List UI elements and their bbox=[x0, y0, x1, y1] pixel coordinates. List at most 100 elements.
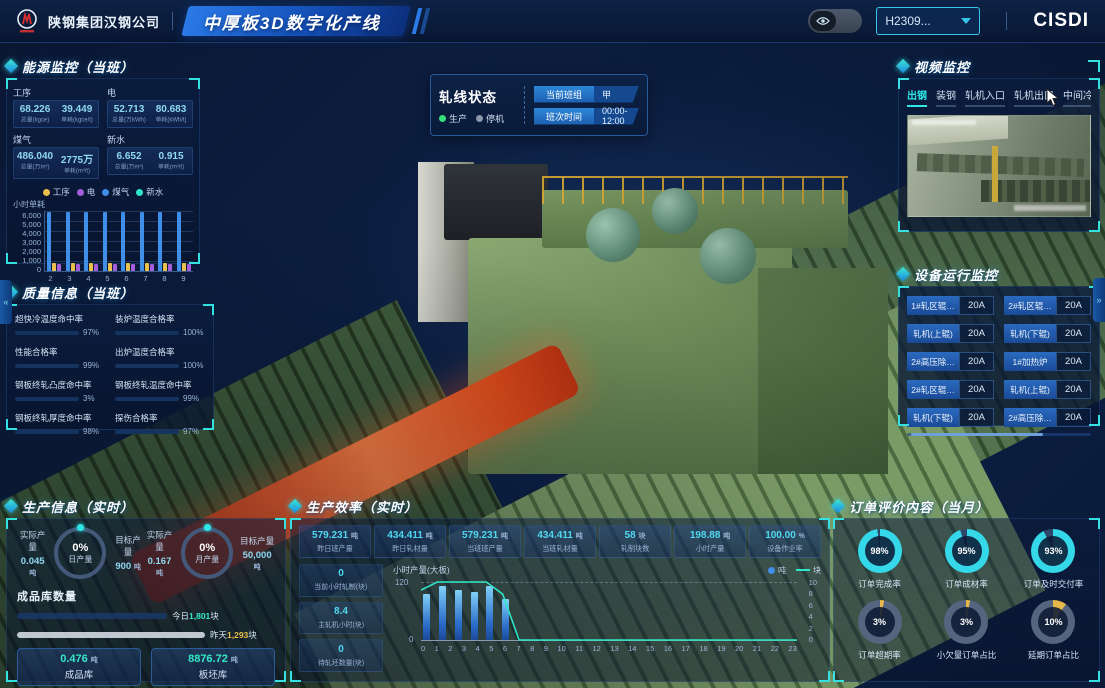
x-tick: 20 bbox=[735, 644, 743, 653]
collapse-tab-left[interactable]: « bbox=[0, 280, 12, 324]
progress-track bbox=[115, 364, 179, 368]
diamond-icon bbox=[4, 499, 18, 513]
x-tick: 21 bbox=[753, 644, 761, 653]
y-tick-right: 8 bbox=[809, 589, 817, 598]
energy-chart: 6,0005,0004,0003,0002,0001,0000 bbox=[13, 211, 193, 272]
energy-group: 新水 6.652 总量(万m³) 0.915 单耗(m³/t) bbox=[107, 132, 193, 181]
equipment-label: 1#加热炉 bbox=[1004, 352, 1056, 371]
equipment-current-value: 20A bbox=[1056, 352, 1091, 371]
orders-panel: 订单评价内容（当月） 98% 订单完成率 95% 订单成材率 9 bbox=[833, 496, 1100, 684]
stat-cell: 100.00 % 设备作业率 bbox=[749, 525, 821, 558]
donut-ring: 10% bbox=[1031, 600, 1075, 644]
donut-ring: 98% bbox=[858, 529, 902, 573]
side-stat-cell: 0 当前小时轧制(块) bbox=[299, 564, 383, 597]
equipment-cell: 2#轧区辊… 20A bbox=[1004, 296, 1091, 315]
equipment-label: 轧机(下辊) bbox=[907, 408, 959, 427]
quality-item: 钢板终轧厚度命中率 98% bbox=[15, 412, 105, 436]
store-button[interactable]: 8876.72 吨 板坯库 bbox=[151, 648, 275, 686]
order-gauge: 98% 订单完成率 bbox=[858, 529, 902, 590]
x-tick: 7 bbox=[516, 644, 520, 653]
donut-percent: 3% bbox=[873, 617, 886, 627]
equipment-cell: 轧机(下辊) 20A bbox=[907, 408, 994, 427]
video-tab[interactable]: 中间冷 bbox=[1063, 87, 1091, 107]
video-tab[interactable]: 装钢 bbox=[936, 87, 956, 107]
donut-percent: 3% bbox=[960, 617, 973, 627]
equipment-panel: 设备运行监控 1#轧区辊… 20A 2#轧区辊… 20A 轧机( bbox=[898, 264, 1100, 430]
legend-item: 煤气 bbox=[102, 186, 129, 198]
energy-value: 80.683 bbox=[150, 104, 192, 115]
brand-logo: CISDI bbox=[1033, 10, 1089, 32]
line-status-title: 轧线状态 bbox=[439, 86, 515, 106]
side-stat-cell: 0 待轧坯数量(块) bbox=[299, 639, 383, 672]
inventory-bar-yesterday: 昨天1,293块 bbox=[17, 629, 275, 641]
quality-label: 探伤合格率 bbox=[115, 412, 205, 424]
divider bbox=[1006, 12, 1007, 30]
hourly-output-chart: 小时产量(大板) 吨 块 120 0 1086420 bbox=[393, 564, 821, 672]
video-tab[interactable]: 轧机出口 bbox=[1014, 87, 1054, 107]
energy-caption: 总量(万m³) bbox=[111, 163, 147, 172]
chart-label: 小时产量(大板) bbox=[393, 564, 450, 576]
gauge-ring: 0% 日产量 bbox=[54, 527, 106, 579]
scrollbar-thumb[interactable] bbox=[911, 433, 1043, 436]
heat-number-dropdown[interactable]: H2309... bbox=[876, 7, 980, 35]
chart-legend: 吨 块 bbox=[768, 565, 821, 576]
efficiency-stats: 579.231 吨 昨日班产量 434.411 吨 昨日轧材量 579.231 … bbox=[299, 525, 821, 558]
x-tick: 2 bbox=[448, 644, 452, 653]
order-gauge-label: 小欠量订单占比 bbox=[937, 649, 997, 661]
quality-label: 钢板终轧厚度命中率 bbox=[15, 412, 105, 424]
quality-item: 探伤合格率 97% bbox=[115, 412, 205, 436]
diamond-icon bbox=[896, 267, 910, 281]
progress-track bbox=[115, 430, 179, 434]
line-status-panel: 轧线状态 生产 停机 当前班组 bbox=[430, 74, 648, 136]
y-tick-right: 6 bbox=[809, 601, 817, 610]
efficiency-side-stats: 0 当前小时轧制(块) 8.4 主轧机小时(块) 0 待轧坯数量(块) bbox=[299, 564, 383, 672]
energy-group: 工序 68.226 总量(kgce) 39.449 单耗(kgce/t) bbox=[13, 85, 99, 130]
donut-percent: 93% bbox=[1044, 546, 1062, 556]
line-series bbox=[421, 582, 797, 640]
efficiency-panel-title: 生产效率（实时） bbox=[306, 497, 418, 516]
video-tab[interactable]: 出钢 bbox=[907, 87, 927, 107]
scrollbar-track bbox=[907, 433, 1091, 436]
x-tick: 11 bbox=[575, 644, 583, 653]
x-tick: 15 bbox=[646, 644, 654, 653]
x-tick: 23 bbox=[788, 644, 796, 653]
energy-caption: 单耗(m³/t) bbox=[153, 163, 189, 172]
store-button[interactable]: 0.476 吨 成品库 bbox=[17, 648, 141, 686]
order-gauge: 95% 订单成材率 bbox=[945, 529, 989, 590]
progress-track bbox=[15, 331, 79, 335]
energy-caption: 总量(kgce) bbox=[17, 116, 53, 125]
x-tick: 18 bbox=[699, 644, 707, 653]
collapse-tab-right[interactable]: » bbox=[1093, 278, 1105, 322]
progress-track bbox=[15, 397, 79, 401]
energy-caption: 单耗(kgce/t) bbox=[59, 116, 95, 125]
diamond-icon bbox=[896, 59, 910, 73]
company-logo-icon bbox=[14, 8, 40, 34]
heat-number-value: H2309... bbox=[885, 14, 930, 28]
equipment-label: 2#高压除… bbox=[907, 352, 959, 371]
visibility-toggle[interactable] bbox=[808, 9, 862, 33]
video-tabs: 出钢装钢轧机入口轧机出口中间冷电动热锯 bbox=[907, 87, 1091, 107]
x-tick: 4 bbox=[476, 644, 480, 653]
x-tick: 14 bbox=[628, 644, 636, 653]
status-row-label: 班次时间 bbox=[534, 108, 594, 125]
equipment-current-value: 20A bbox=[959, 380, 994, 399]
status-row-value: 甲 bbox=[594, 86, 639, 103]
video-tab[interactable]: 轧机入口 bbox=[965, 87, 1005, 107]
target-output-value: 50,000 bbox=[243, 550, 272, 561]
quality-percent: 3% bbox=[83, 394, 105, 403]
quality-percent: 97% bbox=[183, 427, 205, 436]
camera-feed[interactable] bbox=[907, 115, 1091, 217]
progress-track bbox=[15, 430, 79, 434]
expand-icon[interactable] bbox=[1088, 60, 1100, 72]
inventory-bar-today: 今日1,801块 bbox=[17, 610, 275, 622]
progress-track bbox=[15, 364, 79, 368]
dashboard: 陕钢集团汉钢公司 中厚板3D数字化产线 H2309... CISDI 能源监控（… bbox=[0, 0, 1105, 688]
x-tick: 9 bbox=[544, 644, 548, 653]
status-dot bbox=[439, 115, 446, 122]
equipment-current-value: 20A bbox=[959, 352, 994, 371]
y-tick-right: 10 bbox=[809, 578, 817, 587]
energy-caption: 总量(万m³) bbox=[17, 163, 53, 172]
donut-ring: 3% bbox=[944, 600, 988, 644]
status-row-label: 当前班组 bbox=[534, 86, 594, 103]
energy-panel: 能源监控（当班） 工序 68.226 总量(kgce) 39.449 单耗(kg… bbox=[6, 56, 200, 272]
